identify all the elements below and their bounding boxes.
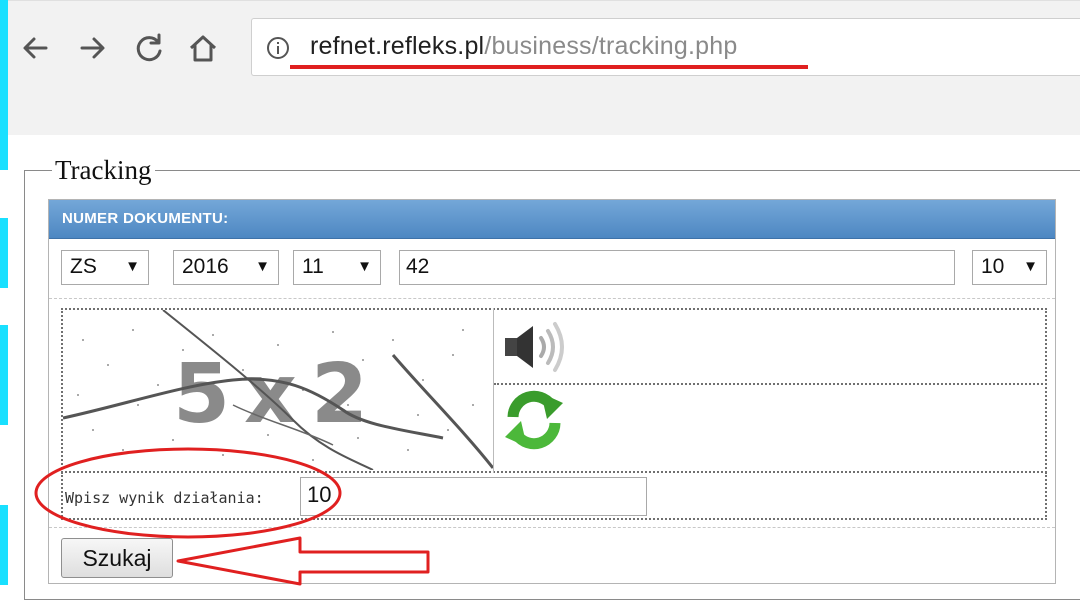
doc-type-value: ZS xyxy=(70,255,97,278)
panel-header: NUMER DOKUMENTU: xyxy=(49,200,1055,239)
decorative-shape xyxy=(0,325,8,425)
fieldset-legend: Tracking xyxy=(52,154,155,186)
search-button[interactable]: Szukaj xyxy=(61,538,173,578)
url-underline-annotation xyxy=(290,65,808,69)
branch-value: 10 xyxy=(981,255,1005,278)
divider xyxy=(494,383,1047,385)
branch-select[interactable]: 10 ▼ xyxy=(972,250,1047,285)
chevron-down-icon: ▼ xyxy=(255,258,270,275)
refresh-icon[interactable] xyxy=(501,387,567,453)
chevron-down-icon: ▼ xyxy=(125,258,140,275)
chevron-down-icon: ▼ xyxy=(357,258,372,275)
decorative-shape xyxy=(0,505,8,585)
year-value: 2016 xyxy=(182,255,229,278)
url-path: /business/tracking.php xyxy=(484,32,738,60)
svg-text:5x2: 5x2 xyxy=(173,347,382,442)
captcha-answer-input[interactable]: 10 xyxy=(300,477,647,516)
arrow-left-icon[interactable] xyxy=(18,31,52,65)
divider xyxy=(493,308,494,473)
url-host: refnet.refleks.pl xyxy=(310,32,485,60)
divider xyxy=(49,527,1055,528)
home-icon[interactable] xyxy=(186,31,220,65)
captcha-answer-label: Wpisz wynik działania: xyxy=(65,489,264,507)
doc-type-select[interactable]: ZS ▼ xyxy=(61,250,149,285)
divider xyxy=(49,298,1055,299)
doc-number-input[interactable]: 42 xyxy=(399,250,955,285)
reload-icon[interactable] xyxy=(132,31,166,65)
document-number-panel: NUMER DOKUMENTU: ZS ▼ 2016 ▼ 11 ▼ 42 10 … xyxy=(48,199,1056,584)
year-select[interactable]: 2016 ▼ xyxy=(173,250,279,285)
info-icon[interactable] xyxy=(266,36,290,60)
arrow-right-icon[interactable] xyxy=(76,31,110,65)
panel-header-title: NUMER DOKUMENTU: xyxy=(62,210,229,227)
captcha-image: 5x2 xyxy=(63,310,493,470)
decorative-shape xyxy=(0,0,8,170)
chevron-down-icon: ▼ xyxy=(1023,258,1038,275)
url-text[interactable]: refnet.refleks.pl/business/tracking.php xyxy=(310,32,737,61)
month-select[interactable]: 11 ▼ xyxy=(293,250,381,285)
speaker-icon[interactable] xyxy=(501,318,571,376)
month-value: 11 xyxy=(302,255,324,278)
decorative-shape xyxy=(0,218,8,288)
